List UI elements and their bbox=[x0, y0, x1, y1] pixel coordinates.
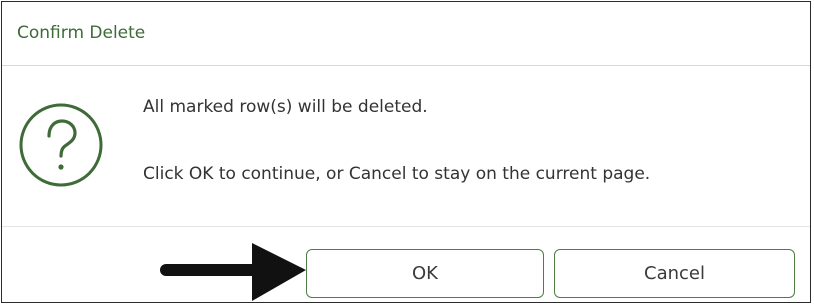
ok-button-label: OK bbox=[412, 263, 438, 284]
pointer-arrow-icon bbox=[160, 243, 306, 301]
dialog-title: Confirm Delete bbox=[17, 23, 146, 43]
message-instructions: Click OK to continue, or Cancel to stay … bbox=[143, 164, 651, 184]
message-delete-warning: All marked row(s) will be deleted. bbox=[143, 97, 428, 117]
dialog-footer: OK Cancel bbox=[2, 226, 810, 304]
cancel-button-label: Cancel bbox=[644, 263, 705, 284]
cancel-button[interactable]: Cancel bbox=[554, 249, 795, 298]
dialog-header: Confirm Delete bbox=[2, 2, 810, 66]
dialog-body: All marked row(s) will be deleted. Click… bbox=[2, 66, 810, 226]
ok-button[interactable]: OK bbox=[306, 249, 544, 298]
confirm-delete-dialog: Confirm Delete All marked row(s) will be… bbox=[1, 1, 811, 303]
question-circle-icon bbox=[19, 103, 103, 187]
